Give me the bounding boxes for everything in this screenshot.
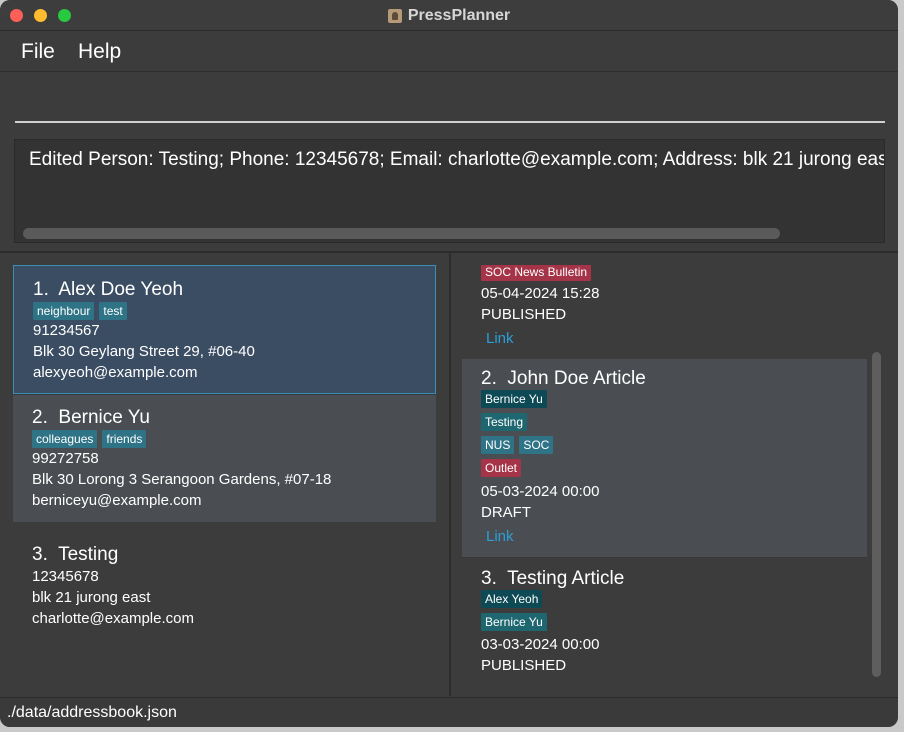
article-scrollbar[interactable] — [872, 352, 881, 677]
person-tags: neighbour test — [33, 302, 127, 320]
article-people: Testing — [481, 413, 528, 431]
command-input[interactable] — [15, 83, 885, 123]
article-tags: NUS SOC — [481, 436, 554, 454]
author-tag: Bernice Yu — [481, 390, 547, 408]
article-outlets: SOC News Bulletin — [481, 265, 592, 281]
person-name: 1. Alex Doe Yeoh — [33, 279, 184, 300]
status-bar: ./data/addressbook.json — [0, 697, 898, 727]
article-link[interactable]: Link — [486, 330, 514, 347]
article-link[interactable]: Link — [486, 528, 514, 545]
article-outlets: Outlet — [481, 459, 522, 477]
person-phone: 91234567 — [33, 322, 100, 339]
result-message: Edited Person: Testing; Phone: 12345678;… — [29, 149, 884, 170]
article-status: DRAFT — [481, 504, 531, 521]
tag-label: colleagues — [32, 430, 98, 448]
app-window: PressPlanner File Help Edited Person: Te… — [0, 0, 898, 727]
person-list-panel: 1. Alex Doe Yeoh neighbour test 91234567… — [0, 253, 449, 696]
article-status: PUBLISHED — [481, 306, 567, 323]
article-people: Bernice Yu — [481, 613, 547, 631]
article-authors: Bernice Yu — [481, 390, 547, 408]
person-email: charlotte@example.com — [32, 610, 194, 627]
person-tag: Bernice Yu — [481, 613, 547, 631]
menu-help[interactable]: Help — [78, 40, 121, 64]
article-date: 05-04-2024 15:28 — [481, 285, 600, 302]
result-horizontal-scrollbar[interactable] — [23, 228, 780, 239]
result-display: Edited Person: Testing; Phone: 12345678;… — [14, 139, 885, 243]
article-card[interactable]: SOC News Bulletin 05-04-2024 15:28 PUBLI… — [462, 265, 867, 359]
article-authors: Alex Yeoh — [481, 590, 543, 608]
person-list[interactable]: 1. Alex Doe Yeoh neighbour test 91234567… — [13, 265, 436, 650]
person-name: 3. Testing — [32, 544, 119, 565]
menu-file[interactable]: File — [21, 40, 55, 64]
person-phone: 99272758 — [32, 450, 99, 467]
article-title: 3. Testing Article — [481, 568, 625, 589]
person-card[interactable]: 1. Alex Doe Yeoh neighbour test 91234567… — [13, 265, 436, 394]
app-icon — [387, 8, 402, 23]
person-address: Blk 30 Lorong 3 Serangoon Gardens, #07-1… — [32, 471, 332, 488]
author-tag: Alex Yeoh — [481, 590, 543, 608]
person-address: Blk 30 Geylang Street 29, #06-40 — [33, 343, 255, 360]
article-date: 05-03-2024 00:00 — [481, 483, 600, 500]
person-card[interactable]: 2. Bernice Yu colleagues friends 9927275… — [13, 395, 436, 522]
tag-label: friends — [102, 430, 147, 448]
article-title: 2. John Doe Article — [481, 368, 646, 389]
article-card[interactable]: 2. John Doe Article Bernice Yu Testing N… — [462, 359, 867, 557]
person-address: blk 21 jurong east — [32, 589, 151, 606]
title-bar: PressPlanner — [0, 0, 898, 31]
command-box — [0, 73, 898, 128]
person-email: berniceyu@example.com — [32, 492, 202, 509]
tag-label: neighbour — [33, 302, 95, 320]
person-tags: colleagues friends — [32, 430, 147, 448]
article-date: 03-03-2024 00:00 — [481, 636, 600, 653]
article-status: PUBLISHED — [481, 657, 567, 674]
tag-label: SOC — [519, 436, 554, 454]
person-email: alexyeoh@example.com — [33, 364, 198, 381]
outlet-tag: SOC News Bulletin — [481, 265, 592, 281]
window-title: PressPlanner — [407, 6, 511, 24]
save-location: ./data/addressbook.json — [7, 704, 177, 721]
tag-label: NUS — [481, 436, 515, 454]
tag-label: test — [99, 302, 127, 320]
article-list[interactable]: SOC News Bulletin 05-04-2024 15:28 PUBLI… — [462, 265, 867, 683]
menu-bar: File Help — [0, 32, 898, 72]
article-card[interactable]: 3. Testing Article Alex Yeoh Bernice Yu … — [462, 558, 867, 683]
person-card[interactable]: 3. Testing 12345678 blk 21 jurong east c… — [13, 522, 436, 650]
person-phone: 12345678 — [32, 568, 99, 585]
outlet-tag: Outlet — [481, 459, 522, 477]
person-tag: Testing — [481, 413, 528, 431]
person-name: 2. Bernice Yu — [32, 407, 150, 428]
article-list-panel: SOC News Bulletin 05-04-2024 15:28 PUBLI… — [451, 253, 898, 696]
